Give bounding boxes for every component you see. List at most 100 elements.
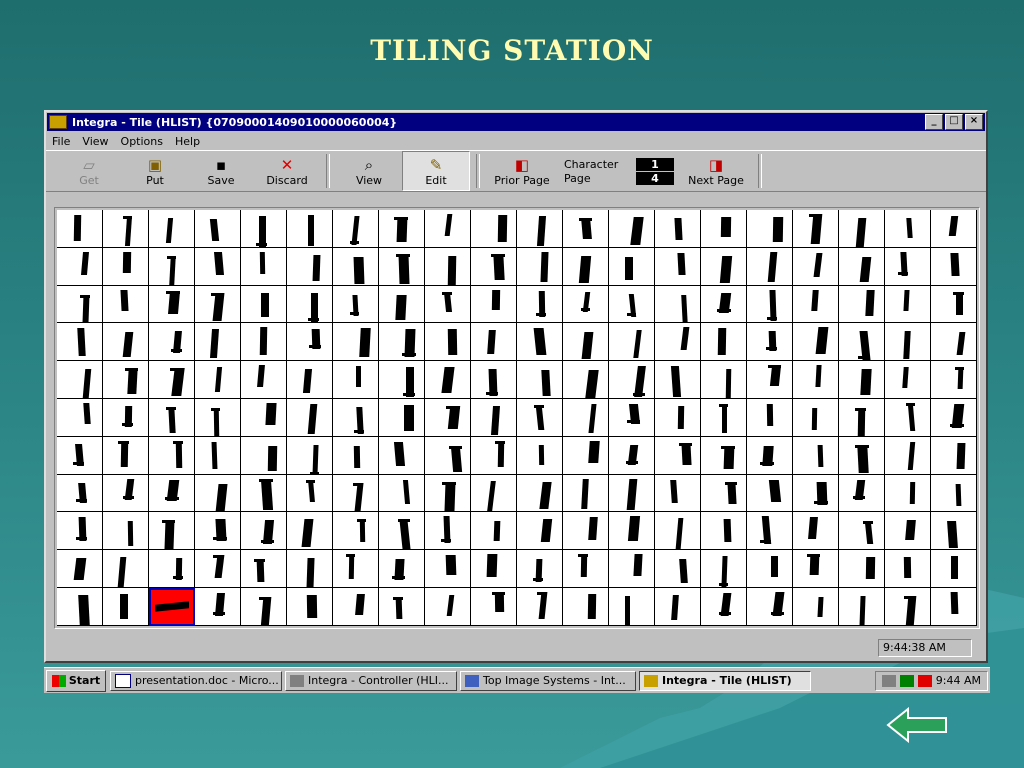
character-tile[interactable] bbox=[425, 285, 471, 324]
character-tile[interactable] bbox=[885, 361, 931, 399]
character-tile[interactable] bbox=[655, 398, 701, 437]
character-tile[interactable] bbox=[839, 210, 885, 248]
character-tile[interactable] bbox=[701, 587, 747, 626]
character-tile[interactable] bbox=[57, 474, 103, 513]
character-tile[interactable] bbox=[609, 398, 655, 437]
character-tile[interactable] bbox=[241, 436, 287, 475]
character-tile[interactable] bbox=[471, 285, 517, 324]
character-tile[interactable] bbox=[563, 512, 609, 551]
character-tile[interactable] bbox=[701, 474, 747, 513]
character-tile[interactable] bbox=[103, 474, 149, 513]
character-tile[interactable] bbox=[425, 512, 471, 551]
character-tile[interactable] bbox=[701, 512, 747, 551]
character-tile[interactable] bbox=[655, 512, 701, 551]
character-tile[interactable] bbox=[609, 512, 655, 551]
character-tile[interactable] bbox=[839, 323, 885, 362]
character-tile[interactable] bbox=[747, 587, 793, 626]
character-tile[interactable] bbox=[609, 474, 655, 513]
put-button[interactable]: ▣ Put bbox=[122, 152, 188, 190]
character-tile[interactable] bbox=[241, 398, 287, 437]
character-tile[interactable] bbox=[149, 323, 195, 362]
character-tile[interactable] bbox=[839, 436, 885, 475]
antivirus-icon[interactable] bbox=[917, 674, 932, 687]
character-tile[interactable] bbox=[701, 247, 747, 286]
character-tile[interactable] bbox=[747, 361, 793, 399]
character-tile[interactable] bbox=[793, 512, 839, 551]
character-tile[interactable] bbox=[931, 210, 977, 248]
character-tile[interactable] bbox=[931, 436, 977, 475]
character-tile[interactable] bbox=[333, 587, 379, 626]
character-tile[interactable] bbox=[287, 436, 333, 475]
character-tile[interactable] bbox=[747, 398, 793, 437]
character-tile[interactable] bbox=[149, 361, 195, 399]
character-tile[interactable] bbox=[563, 587, 609, 626]
character-tile[interactable] bbox=[103, 512, 149, 551]
character-tile[interactable] bbox=[425, 550, 471, 588]
character-tile[interactable] bbox=[195, 210, 241, 248]
character-tile[interactable] bbox=[287, 587, 333, 626]
character-tile[interactable] bbox=[333, 512, 379, 551]
character-tile[interactable] bbox=[103, 436, 149, 475]
character-tile[interactable] bbox=[149, 285, 195, 324]
character-tile[interactable] bbox=[609, 361, 655, 399]
character-tile[interactable] bbox=[747, 323, 793, 362]
character-tile[interactable] bbox=[103, 398, 149, 437]
character-tile[interactable] bbox=[241, 512, 287, 551]
character-tile[interactable] bbox=[471, 361, 517, 399]
character-tile[interactable] bbox=[517, 323, 563, 362]
character-tile[interactable] bbox=[149, 436, 195, 475]
character-tile[interactable] bbox=[655, 323, 701, 362]
character-tile[interactable] bbox=[839, 587, 885, 626]
view-button[interactable]: ⌕ View bbox=[336, 152, 402, 190]
character-tile[interactable] bbox=[195, 474, 241, 513]
maximize-button[interactable]: □ bbox=[945, 114, 963, 130]
character-tile[interactable] bbox=[517, 361, 563, 399]
character-tile[interactable] bbox=[241, 550, 287, 588]
character-tile[interactable] bbox=[379, 210, 425, 248]
character-tile[interactable] bbox=[793, 247, 839, 286]
character-tile[interactable] bbox=[655, 285, 701, 324]
character-tile[interactable] bbox=[885, 550, 931, 588]
character-tile[interactable] bbox=[379, 474, 425, 513]
character-tile[interactable] bbox=[471, 247, 517, 286]
character-tile[interactable] bbox=[839, 285, 885, 324]
character-tile[interactable] bbox=[839, 512, 885, 551]
taskbar-item-word[interactable]: presentation.doc - Micro... bbox=[110, 670, 282, 691]
character-tile[interactable] bbox=[517, 474, 563, 513]
character-tile[interactable] bbox=[563, 398, 609, 437]
character-tile[interactable] bbox=[103, 550, 149, 588]
character-tile[interactable] bbox=[747, 436, 793, 475]
character-tile[interactable] bbox=[103, 361, 149, 399]
character-tile[interactable] bbox=[195, 587, 241, 626]
character-tile[interactable] bbox=[609, 323, 655, 362]
character-tile[interactable] bbox=[57, 550, 103, 588]
character-tile[interactable] bbox=[471, 398, 517, 437]
character-tile[interactable] bbox=[149, 247, 195, 286]
character-tile[interactable] bbox=[241, 247, 287, 286]
menu-help[interactable]: Help bbox=[175, 135, 200, 148]
character-tile[interactable] bbox=[103, 587, 149, 626]
prior-page-button[interactable]: ◧ Prior Page bbox=[486, 152, 558, 190]
character-tile[interactable] bbox=[517, 587, 563, 626]
character-tile[interactable] bbox=[57, 361, 103, 399]
character-tile[interactable] bbox=[471, 210, 517, 248]
character-tile[interactable] bbox=[563, 210, 609, 248]
edit-button[interactable]: ✎ Edit bbox=[402, 151, 470, 191]
character-tile[interactable] bbox=[701, 361, 747, 399]
character-tile[interactable] bbox=[379, 587, 425, 626]
character-tile[interactable] bbox=[195, 285, 241, 324]
character-tile[interactable] bbox=[747, 285, 793, 324]
character-tile[interactable] bbox=[885, 323, 931, 362]
character-tile[interactable] bbox=[655, 210, 701, 248]
character-tile[interactable] bbox=[747, 550, 793, 588]
character-tile[interactable] bbox=[425, 361, 471, 399]
minimize-button[interactable]: _ bbox=[925, 114, 943, 130]
character-tile[interactable] bbox=[103, 285, 149, 324]
character-tile[interactable] bbox=[333, 550, 379, 588]
character-tile[interactable] bbox=[885, 398, 931, 437]
character-tile[interactable] bbox=[287, 210, 333, 248]
character-tile[interactable] bbox=[931, 247, 977, 286]
character-tile[interactable] bbox=[747, 474, 793, 513]
character-tile[interactable] bbox=[839, 474, 885, 513]
character-tile[interactable] bbox=[195, 512, 241, 551]
